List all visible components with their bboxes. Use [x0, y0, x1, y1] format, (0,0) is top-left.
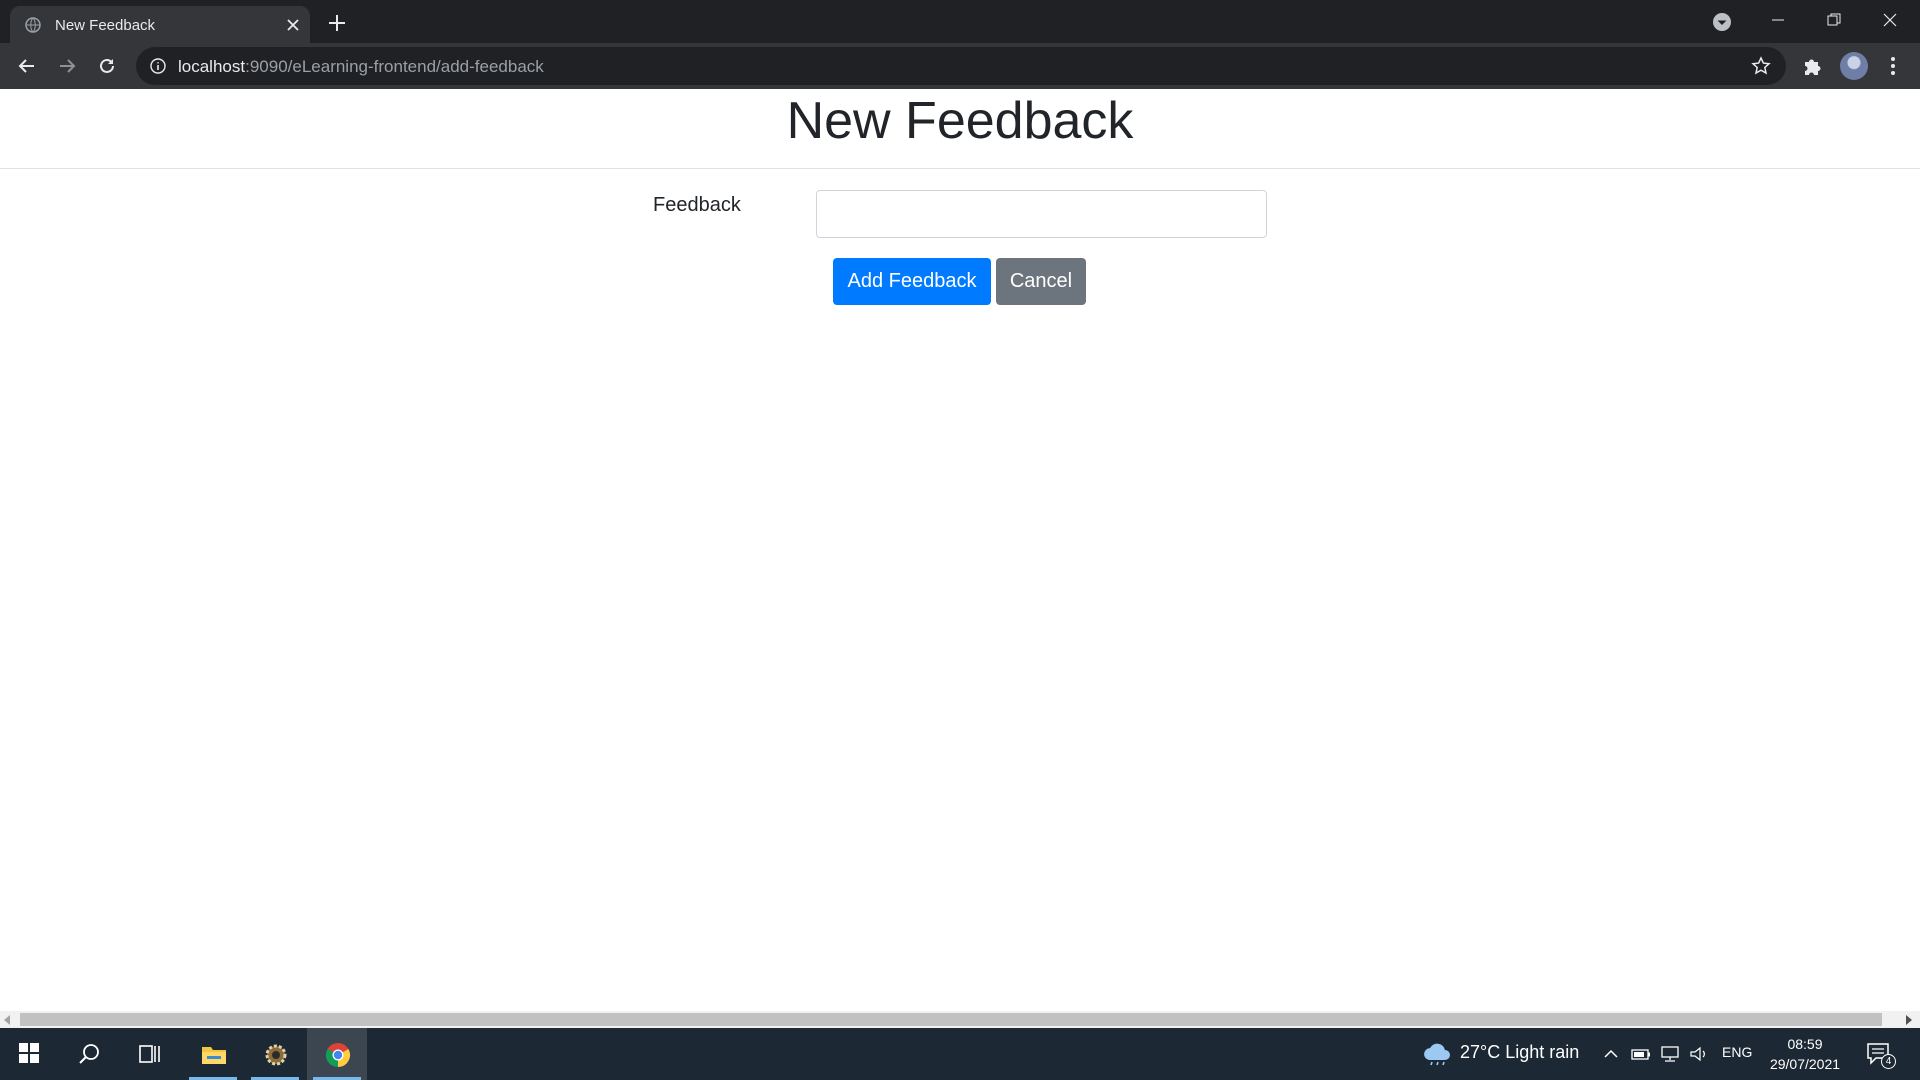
page-content: New Feedback Feedback Add Feedback Cance…	[0, 89, 1920, 1011]
tab-title: New Feedback	[55, 17, 156, 34]
scrollbar-thumb[interactable]	[20, 1013, 1882, 1026]
minimize-button[interactable]	[1750, 0, 1806, 40]
arrow-left-icon	[18, 59, 34, 73]
scroll-right-arrow-icon[interactable]	[1906, 1015, 1912, 1025]
forward-button[interactable]	[53, 52, 81, 80]
minimize-icon	[1772, 19, 1784, 21]
browser-tab-strip: New Feedback	[0, 0, 1920, 43]
task-view-button[interactable]	[120, 1028, 180, 1080]
url-host: localhost	[178, 57, 246, 76]
folder-icon	[202, 1047, 226, 1064]
reload-button[interactable]	[93, 52, 121, 80]
notification-count-badge: 4	[1881, 1054, 1896, 1069]
arrow-right-icon	[60, 59, 76, 73]
extensions-puzzle-icon[interactable]	[1800, 53, 1826, 79]
info-icon[interactable]	[150, 58, 166, 74]
windows-taskbar: 27°C Light rain ENG 08:59 29/07/2021 4	[0, 1028, 1920, 1080]
address-bar[interactable]: localhost:9090/eLearning-frontend/add-fe…	[136, 47, 1786, 85]
page-title: New Feedback	[786, 92, 1134, 150]
browser-toolbar: localhost:9090/eLearning-frontend/add-fe…	[0, 43, 1920, 89]
cloud-rain-icon	[1424, 1043, 1450, 1066]
globe-icon	[25, 17, 41, 33]
task-view-icon	[139, 1045, 160, 1063]
feedback-label: Feedback	[653, 194, 741, 216]
chrome-icon	[325, 1043, 351, 1067]
settings-app-button[interactable]	[245, 1028, 305, 1080]
tab-new-feedback[interactable]: New Feedback	[10, 6, 310, 43]
reload-icon	[100, 58, 114, 73]
network-icon[interactable]	[1660, 1044, 1680, 1064]
url-text: localhost:9090/eLearning-frontend/add-fe…	[178, 57, 544, 77]
chrome-app-button[interactable]	[307, 1028, 367, 1080]
clock-time: 08:59	[1787, 1036, 1823, 1052]
url-path: :9090/eLearning-frontend/add-feedback	[245, 57, 544, 76]
close-tab-icon[interactable]	[285, 17, 301, 33]
profile-avatar[interactable]	[1840, 52, 1868, 80]
close-window-button[interactable]	[1862, 0, 1918, 40]
gear-icon	[265, 1044, 287, 1066]
clock[interactable]: 08:59 29/07/2021	[1760, 1034, 1850, 1074]
taskbar-search-button[interactable]	[60, 1028, 120, 1080]
new-tab-icon[interactable]	[325, 11, 349, 35]
back-button[interactable]	[13, 52, 41, 80]
bookmark-star-icon[interactable]	[1751, 56, 1771, 76]
horizontal-scrollbar[interactable]	[0, 1011, 1920, 1028]
volume-icon[interactable]	[1689, 1044, 1709, 1064]
weather-widget[interactable]: 27°C Light rain	[1420, 1042, 1590, 1066]
weather-text: 27°C Light rain	[1460, 1042, 1580, 1062]
action-center-button[interactable]: 4	[1866, 1040, 1896, 1070]
scroll-left-arrow-icon[interactable]	[4, 1015, 10, 1025]
clock-date: 29/07/2021	[1769, 1056, 1841, 1072]
close-icon	[1883, 13, 1897, 27]
chevron-up-icon[interactable]	[1601, 1044, 1621, 1064]
feedback-input[interactable]	[816, 190, 1267, 238]
more-vert-icon[interactable]	[1882, 54, 1904, 78]
restore-button[interactable]	[1806, 0, 1862, 40]
start-button[interactable]	[0, 1028, 60, 1080]
restore-icon	[1827, 13, 1841, 26]
tab-search-icon[interactable]	[1710, 10, 1734, 34]
search-icon	[79, 1044, 99, 1064]
page-header: New Feedback	[0, 89, 1920, 169]
cancel-button[interactable]: Cancel	[996, 258, 1086, 305]
add-feedback-button[interactable]: Add Feedback	[833, 258, 991, 305]
windows-logo-icon	[19, 1043, 39, 1063]
battery-icon[interactable]	[1631, 1044, 1651, 1064]
file-explorer-button[interactable]	[183, 1028, 243, 1080]
language-indicator[interactable]: ENG	[1722, 1044, 1752, 1060]
